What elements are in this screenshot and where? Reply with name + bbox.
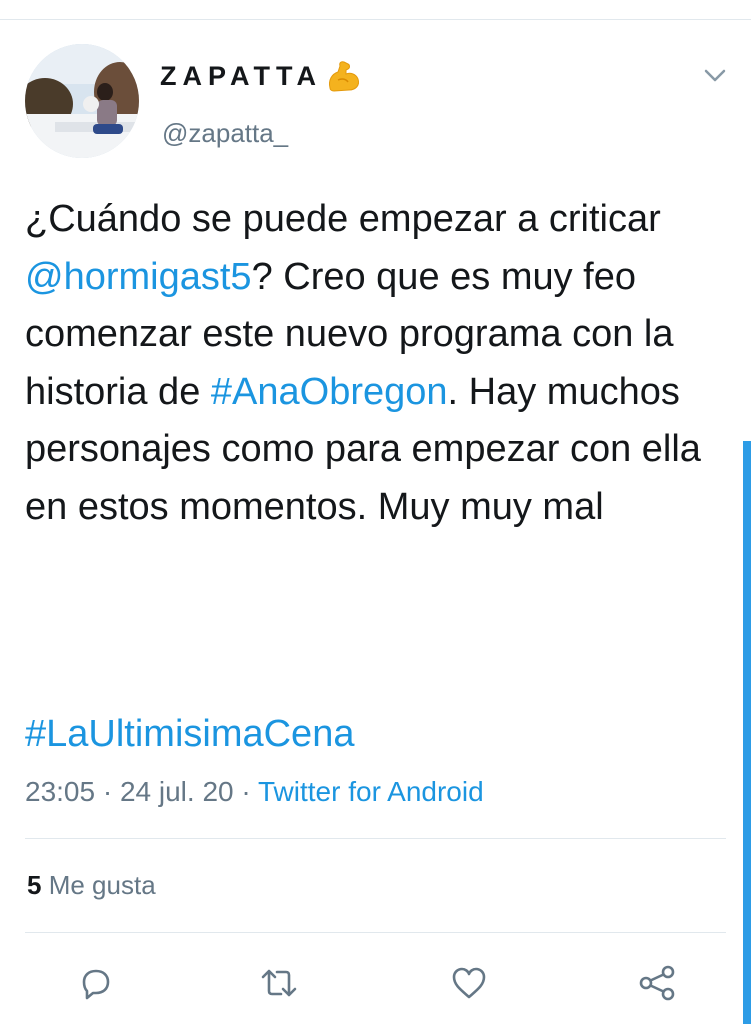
avatar[interactable] — [25, 44, 139, 158]
mention-link[interactable]: @hormigast5 — [25, 256, 252, 298]
chevron-down-icon[interactable] — [702, 62, 728, 88]
tweet-source-link[interactable]: Twitter for Android — [258, 776, 484, 807]
share-icon — [639, 965, 675, 1001]
tweet-time: 23:05 — [25, 776, 96, 807]
divider — [25, 932, 726, 933]
likes-stat[interactable]: 5 Me gusta — [27, 870, 156, 901]
avatar-photo — [25, 44, 139, 158]
tweet-text: ¿Cuándo se puede empezar a criticar @hor… — [25, 191, 725, 536]
display-name-text: ZAPATTA — [160, 60, 322, 91]
flexed-biceps-icon — [324, 58, 362, 94]
reply-icon — [82, 969, 110, 1000]
meta-separator: · — [102, 776, 113, 807]
display-name[interactable]: ZAPATTA — [160, 58, 362, 94]
like-button[interactable] — [449, 963, 489, 1003]
share-button[interactable] — [637, 963, 677, 1003]
likes-label: Me gusta — [48, 870, 156, 900]
tweet-text-segment: ¿Cuándo se puede empezar a criticar — [25, 198, 661, 240]
likes-count: 5 — [27, 870, 42, 900]
heart-icon — [452, 967, 486, 999]
scrollbar[interactable] — [743, 441, 751, 1024]
retweet-icon — [261, 969, 297, 997]
hashtag-link[interactable]: #LaUltimisimaCena — [25, 706, 354, 763]
hashtag-link[interactable]: #AnaObregon — [211, 371, 448, 413]
top-divider — [0, 0, 751, 20]
reply-button[interactable] — [76, 963, 116, 1003]
meta-separator: · — [241, 776, 251, 807]
tweet-meta: 23:05 · 24 jul. 20 · Twitter for Android — [25, 776, 484, 808]
tweet-date: 24 jul. 20 — [119, 776, 234, 807]
username[interactable]: @zapatta_ — [162, 118, 288, 149]
divider — [25, 838, 726, 839]
retweet-button[interactable] — [259, 963, 299, 1003]
